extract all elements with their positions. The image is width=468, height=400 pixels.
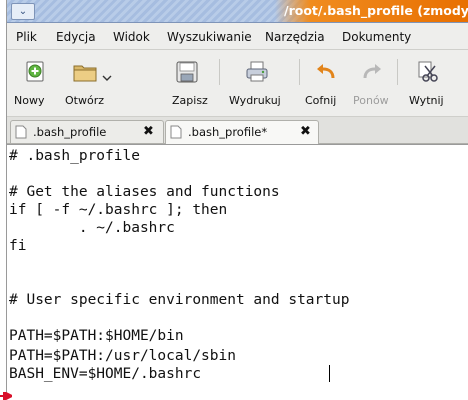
menu-wyszukiwanie[interactable]: Wyszukiwanie (167, 30, 252, 44)
chevron-down-icon: ⌄ (18, 6, 28, 17)
cut-button[interactable]: Wytnij (400, 52, 452, 114)
new-button[interactable]: Nowy (9, 52, 61, 114)
document-icon (15, 125, 27, 139)
title-bar: ⌄ /root/.bash_profile (zmodyfikowany) (7, 0, 468, 23)
print-button-label: Wydrukuj (229, 94, 281, 107)
save-icon (176, 61, 198, 83)
open-folder-icon (73, 65, 97, 82)
close-icon[interactable]: ✖ (300, 124, 311, 139)
menu-dokumenty[interactable]: Dokumenty (342, 30, 411, 44)
toolbar-separator (397, 59, 398, 85)
save-button[interactable]: Zapisz (159, 52, 209, 114)
close-icon[interactable]: ✖ (143, 124, 154, 139)
redo-button-label: Ponów (353, 94, 389, 107)
tab-bash-profile[interactable]: .bash_profile ✖ (10, 120, 164, 143)
window-menu-button[interactable]: ⌄ (11, 3, 35, 20)
undo-icon (317, 64, 335, 79)
editor-line: BASH_ENV=$HOME/.bashrc (9, 366, 202, 382)
tab-label: .bash_profile (33, 125, 107, 139)
print-icon (246, 61, 268, 82)
new-button-label: Nowy (14, 94, 45, 107)
editor-line: # Get the aliases and functions (9, 184, 280, 200)
new-document-icon (26, 61, 44, 82)
text-cursor (329, 365, 330, 382)
editor-window: ⌄ /root/.bash_profile (zmodyfikowany) Pl… (6, 0, 468, 399)
toolbar-separator (219, 59, 220, 85)
print-button[interactable]: Wydrukuj (223, 52, 289, 114)
editor-line: PATH=$PATH:/usr/local/sbin (9, 348, 236, 364)
undo-button[interactable]: Cofnij (302, 52, 348, 114)
chevron-down-icon[interactable] (102, 74, 112, 82)
redo-button: Ponów (347, 52, 393, 114)
editor-line: # .bash_profile (9, 148, 140, 164)
text-editor-area[interactable]: # .bash_profile # Get the aliases and fu… (7, 144, 468, 399)
redo-icon (363, 64, 381, 79)
tab-bash-profile-modified[interactable]: .bash_profile* ✖ (165, 120, 319, 144)
undo-button-label: Cofnij (305, 94, 337, 107)
cut-button-label: Wytnij (409, 94, 444, 107)
toolbar-separator (299, 59, 300, 85)
open-button-label: Otwórz (65, 94, 104, 107)
tab-label: .bash_profile* (188, 125, 268, 139)
tab-bar: .bash_profile ✖ .bash_profile* ✖ (7, 117, 468, 144)
editor-line: if [ -f ~/.bashrc ]; then (9, 202, 228, 218)
menu-narzedzia[interactable]: Narzędzia (265, 30, 325, 44)
editor-line: # User specific environment and startup (9, 292, 350, 308)
window-title: /root/.bash_profile (zmodyfikowany) (284, 3, 468, 18)
editor-line: fi (9, 238, 27, 254)
save-button-label: Zapisz (172, 94, 208, 107)
menu-widok[interactable]: Widok (113, 30, 150, 44)
document-icon (170, 125, 182, 139)
menu-plik[interactable]: Plik (16, 30, 37, 44)
menu-bar: Plik Edycja Widok Wyszukiwanie Narzędzia… (7, 23, 468, 50)
cut-icon (418, 61, 438, 82)
editor-line: PATH=$PATH:$HOME/bin (9, 328, 184, 344)
menu-edycja[interactable]: Edycja (56, 30, 96, 44)
editor-line: . ~/.bashrc (9, 220, 175, 236)
open-button[interactable]: Otwórz (59, 52, 121, 114)
toolbar: Nowy Otwórz Zapisz Wydrukuj Cofnij Ponów… (7, 50, 468, 117)
